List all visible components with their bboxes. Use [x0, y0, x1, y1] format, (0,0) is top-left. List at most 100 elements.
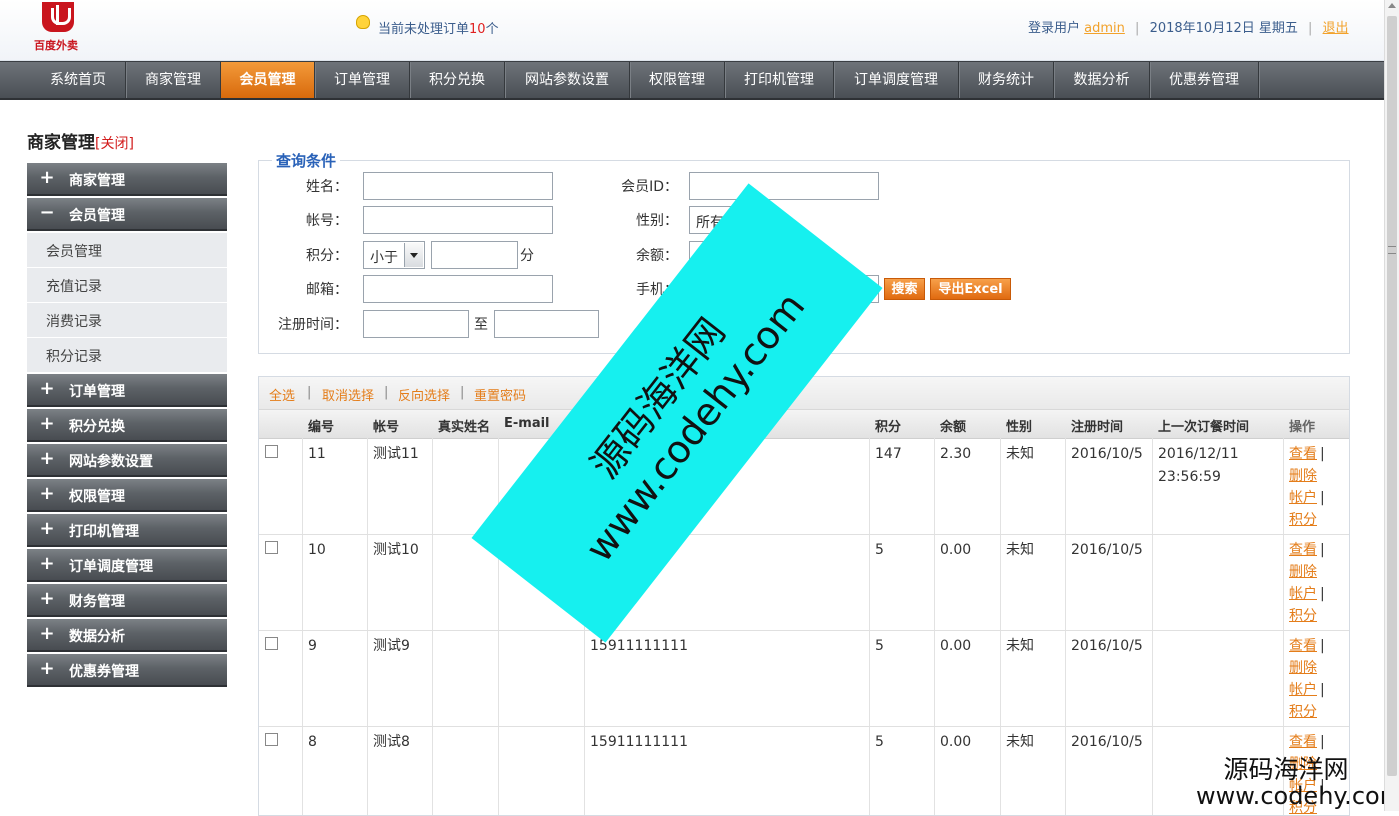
vertical-scrollbar[interactable]: [1384, 0, 1399, 811]
reset-password-link[interactable]: 重置密码: [474, 385, 526, 404]
sidebar-group-printer[interactable]: + 打印机管理: [27, 514, 227, 547]
plus-icon: +: [39, 518, 55, 539]
row-checkbox[interactable]: [265, 445, 278, 458]
sidebar-group-points-exchange[interactable]: + 积分兑换: [27, 409, 227, 442]
sidebar-group-coupon[interactable]: + 优惠券管理: [27, 654, 227, 687]
row-checkbox[interactable]: [265, 637, 278, 650]
search-button[interactable]: 搜索: [884, 278, 925, 300]
sidebar-group-order[interactable]: + 订单管理: [27, 374, 227, 407]
nav-member[interactable]: 会员管理: [221, 62, 315, 98]
nav-printer[interactable]: 打印机管理: [725, 62, 834, 98]
top-header: 百度外卖 当前未处理订单10个 登录用户 admin | 2018年10月12日…: [0, 0, 1384, 61]
col-realname[interactable]: 真实姓名: [438, 416, 490, 435]
points-label: 积分：: [306, 248, 348, 264]
chevron-down-icon: [404, 243, 423, 267]
sidebar-group-merchant[interactable]: + 商家管理: [27, 163, 227, 196]
view-link[interactable]: 查看: [1289, 542, 1317, 558]
regtime-end-input[interactable]: [494, 310, 599, 338]
logo[interactable]: 百度外卖: [28, 0, 88, 56]
points-input[interactable]: [431, 241, 518, 269]
sidebar-group-member[interactable]: − 会员管理: [27, 198, 227, 231]
sidebar-group-data-analysis[interactable]: + 数据分析: [27, 619, 227, 652]
nav-coupon[interactable]: 优惠券管理: [1150, 62, 1259, 98]
deselect-link[interactable]: 取消选择: [322, 385, 374, 404]
table-header: 编号 帐号 真实姓名 E-mail 手 积分 余额 性别 注册时间 上一次订餐时…: [259, 410, 1349, 439]
email-input[interactable]: [363, 275, 553, 303]
scroll-up-icon[interactable]: [1388, 3, 1396, 8]
sidebar-group-finance[interactable]: + 财务管理: [27, 584, 227, 617]
name-input[interactable]: [363, 172, 553, 200]
fork-logo-icon: [42, 2, 74, 32]
nav-site-settings[interactable]: 网站参数设置: [505, 62, 630, 98]
points-link[interactable]: 积分: [1289, 512, 1317, 528]
row-checkbox[interactable]: [265, 541, 278, 554]
view-link[interactable]: 查看: [1289, 734, 1317, 750]
col-points[interactable]: 积分: [875, 416, 901, 435]
col-balance[interactable]: 余额: [940, 416, 966, 435]
nav-merchant[interactable]: 商家管理: [126, 62, 221, 98]
col-email[interactable]: E-mail: [504, 416, 550, 431]
regtime-label: 注册时间：: [278, 317, 348, 333]
table-row: 8 测试8 15911111111 5 0.00 未知 2016/10/5 查看…: [259, 727, 1349, 815]
brand-name: 百度外卖: [34, 39, 78, 52]
sidebar-item-recharge-records[interactable]: 充值记录: [27, 268, 227, 303]
view-link[interactable]: 查看: [1289, 638, 1317, 654]
regtime-start-input[interactable]: [363, 310, 469, 338]
select-all-link[interactable]: 全选: [269, 385, 295, 404]
gender-label: 性别：: [636, 213, 678, 229]
col-gender[interactable]: 性别: [1006, 416, 1032, 435]
nav-order[interactable]: 订单管理: [315, 62, 410, 98]
plus-icon: +: [39, 658, 55, 679]
member-list: 全选 | 取消选择 | 反向选择 | 重置密码 编号 帐号 真实姓名 E-mai…: [258, 376, 1350, 816]
table-row: 10 测试10 111111 5 0.00 未知 2016/10/5 查看| 删…: [259, 535, 1349, 631]
sidebar-item-member-manage[interactable]: 会员管理: [27, 233, 227, 268]
nav-data-analysis[interactable]: 数据分析: [1054, 62, 1150, 98]
sidebar-group-order-dispatch[interactable]: + 订单调度管理: [27, 549, 227, 582]
user-bar: 登录用户 admin | 2018年10月12日 星期五 | 退出: [1028, 21, 1349, 36]
account-link[interactable]: 帐户: [1289, 682, 1317, 698]
col-account[interactable]: 帐号: [373, 416, 399, 435]
sidebar-item-points-records[interactable]: 积分记录: [27, 338, 227, 373]
plus-icon: +: [39, 448, 55, 469]
sidebar-close-link[interactable]: [关闭]: [95, 136, 134, 152]
balance-label: 余额：: [636, 248, 678, 264]
member-id-input[interactable]: [689, 172, 879, 200]
plus-icon: +: [39, 553, 55, 574]
points-link[interactable]: 积分: [1289, 704, 1317, 720]
row-checkbox[interactable]: [265, 733, 278, 746]
logout-link[interactable]: 退出: [1323, 21, 1349, 36]
grip-icon: [1388, 246, 1396, 254]
col-id[interactable]: 编号: [308, 416, 334, 435]
delete-link[interactable]: 删除: [1289, 660, 1317, 676]
points-operator-select[interactable]: 小于: [363, 241, 425, 269]
nav-order-dispatch[interactable]: 订单调度管理: [834, 62, 959, 98]
account-input[interactable]: [363, 206, 553, 234]
view-link[interactable]: 查看: [1289, 446, 1317, 462]
account-link[interactable]: 帐户: [1289, 586, 1317, 602]
nav-points-exchange[interactable]: 积分兑换: [410, 62, 505, 98]
col-last-order[interactable]: 上一次订餐时间: [1158, 416, 1249, 435]
delete-link[interactable]: 删除: [1289, 468, 1317, 484]
sidebar-group-site-settings[interactable]: + 网站参数设置: [27, 444, 227, 477]
delete-link[interactable]: 删除: [1289, 564, 1317, 580]
row-actions: 查看 | 删除 帐户 | 积分: [1289, 446, 1325, 528]
sidebar-group-permissions[interactable]: + 权限管理: [27, 479, 227, 512]
plus-icon: +: [39, 483, 55, 504]
regtime-to-label: 至: [474, 317, 488, 333]
nav-finance-stats[interactable]: 财务统计: [959, 62, 1054, 98]
nav-permissions[interactable]: 权限管理: [630, 62, 725, 98]
export-excel-button[interactable]: 导出Excel: [930, 278, 1011, 300]
nav-home[interactable]: 系统首页: [31, 62, 126, 98]
plus-icon: +: [39, 623, 55, 644]
table-row: 9 测试9 15911111111 5 0.00 未知 2016/10/5 查看…: [259, 631, 1349, 727]
username-link[interactable]: admin: [1084, 21, 1125, 36]
invert-selection-link[interactable]: 反向选择: [398, 385, 450, 404]
plus-icon: +: [39, 378, 55, 399]
scrollbar-thumb[interactable]: [1387, 16, 1397, 776]
points-link[interactable]: 积分: [1289, 608, 1317, 624]
member-id-label: 会员ID：: [621, 179, 678, 195]
sidebar-item-consume-records[interactable]: 消费记录: [27, 303, 227, 338]
col-regtime[interactable]: 注册时间: [1071, 416, 1123, 435]
account-link[interactable]: 帐户: [1289, 490, 1317, 506]
lightbulb-icon: [356, 15, 370, 29]
